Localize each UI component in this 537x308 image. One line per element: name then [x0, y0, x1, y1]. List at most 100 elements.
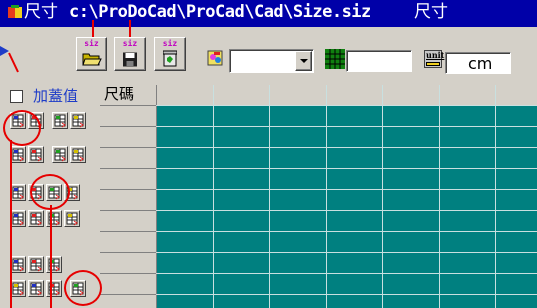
grid-arrow-icon: [48, 258, 60, 272]
floppy-disk-icon: [123, 52, 137, 67]
grid-blue-icon: [30, 282, 42, 296]
grid-insert-button[interactable]: [10, 280, 26, 297]
move-down-button[interactable]: [46, 210, 62, 227]
size-window: 尺寸 c:\ProDoCad\ProCad\Cad\Size.siz 尺寸 si…: [0, 0, 537, 308]
arrow-left-button[interactable]: [10, 184, 26, 201]
table-add-icon: [66, 186, 78, 200]
arrow-left-icon: [12, 186, 24, 200]
size-chart-icon[interactable]: [207, 49, 225, 67]
swap-column-icon: [48, 186, 60, 200]
row-header-line: [100, 210, 156, 211]
title-bar: 尺寸 c:\ProDoCad\ProCad\Cad\Size.siz 尺寸: [0, 0, 537, 27]
dropdown-button[interactable]: [295, 51, 312, 71]
size-grid[interactable]: 尺碼: [100, 85, 537, 308]
row-header-line: [100, 147, 156, 148]
split-row-icon: [12, 148, 24, 162]
grid-split-button[interactable]: [28, 256, 44, 273]
grid-header-row: [100, 85, 537, 105]
grid-value-field[interactable]: [346, 50, 412, 72]
insert-column-button[interactable]: [52, 112, 68, 129]
size-column-header: 尺碼: [104, 85, 135, 103]
table-edit-button[interactable]: [64, 210, 80, 227]
unit-icon[interactable]: unit: [424, 50, 444, 68]
grid-blue-button[interactable]: [28, 280, 44, 297]
move-up-button[interactable]: [10, 210, 26, 227]
save-file-button[interactable]: siz: [114, 37, 146, 71]
grid-fill-icon: [12, 258, 24, 272]
swap-row-icon: [30, 186, 42, 200]
window-title-suffix: 尺寸: [414, 2, 448, 22]
copy-cell-button[interactable]: [28, 210, 44, 227]
grid-column-line: [213, 85, 214, 308]
move-down-icon: [48, 212, 60, 226]
add-tolerance-checkbox[interactable]: [10, 90, 23, 103]
grid-column-line: [439, 85, 440, 308]
table-add-button[interactable]: [64, 184, 80, 201]
insert-column-icon: [54, 114, 66, 128]
grid-row-line: [100, 231, 537, 232]
grid-row-line: [100, 273, 537, 274]
grid-column-line: [269, 85, 270, 308]
grid-arrow-button[interactable]: [46, 256, 62, 273]
move-column-icon: [72, 114, 84, 128]
move-up-icon: [12, 212, 24, 226]
row-header-line: [100, 294, 156, 295]
row-header-line: [100, 168, 156, 169]
window-file-path: c:\ProDoCad\ProCad\Cad\Size.siz: [69, 2, 371, 22]
copy-row-button[interactable]: [28, 146, 44, 163]
window-title-prefix: 尺寸: [24, 2, 58, 22]
insert-row-button[interactable]: [10, 112, 26, 129]
row-header-line: [100, 105, 156, 106]
grid-icon[interactable]: [325, 49, 345, 69]
size-dropdown[interactable]: [229, 49, 314, 73]
row-header-line: [100, 231, 156, 232]
grid-row-line: [100, 105, 537, 106]
row-header-line: [100, 252, 156, 253]
app-icon: [8, 5, 22, 18]
recycle-bin-icon: [163, 50, 177, 67]
delete-row-button[interactable]: [28, 112, 44, 129]
annotation-arrow: [0, 46, 19, 73]
grid-row-line: [100, 210, 537, 211]
open-file-button[interactable]: siz: [76, 37, 107, 71]
grid-row-line: [100, 294, 537, 295]
chevron-down-icon: [300, 59, 308, 63]
copy-row-icon: [30, 148, 42, 162]
grid-red-button[interactable]: [46, 280, 62, 297]
grid-column-line: [326, 85, 327, 308]
move-column-button[interactable]: [70, 112, 86, 129]
row-header-line: [100, 126, 156, 127]
row-header-line: [100, 273, 156, 274]
grid-row-line: [100, 147, 537, 148]
grid-row-line: [100, 252, 537, 253]
merge-column-icon: [54, 148, 66, 162]
grid-row-line: [100, 168, 537, 169]
grid-column-line: [382, 85, 383, 308]
row-header-column: [100, 105, 156, 308]
swap-row-button[interactable]: [28, 184, 44, 201]
grid-split-icon: [30, 258, 42, 272]
folder-open-icon: [81, 53, 102, 66]
delete-row-icon: [30, 114, 42, 128]
swap-column-button[interactable]: [46, 184, 62, 201]
add-column-icon: [72, 148, 84, 162]
unit-field[interactable]: cm: [445, 52, 511, 74]
grid-insert-icon: [12, 282, 24, 296]
grid-column-line: [156, 85, 157, 308]
grid-fill-button[interactable]: [10, 256, 26, 273]
grid-row-line: [100, 126, 537, 127]
grid-column-line: [495, 85, 496, 308]
delete-file-button[interactable]: siz: [154, 37, 186, 71]
grid-red-icon: [48, 282, 60, 296]
add-tolerance-label: 加蓋值: [33, 87, 79, 105]
add-column-button[interactable]: [70, 146, 86, 163]
insert-row-icon: [12, 114, 24, 128]
merge-column-button[interactable]: [52, 146, 68, 163]
grid-row-line: [100, 189, 537, 190]
table-edit-icon: [66, 212, 78, 226]
new-table-icon: [72, 282, 84, 296]
split-row-button[interactable]: [10, 146, 26, 163]
copy-cell-icon: [30, 212, 42, 226]
row-header-line: [100, 189, 156, 190]
new-table-button[interactable]: [70, 280, 86, 297]
